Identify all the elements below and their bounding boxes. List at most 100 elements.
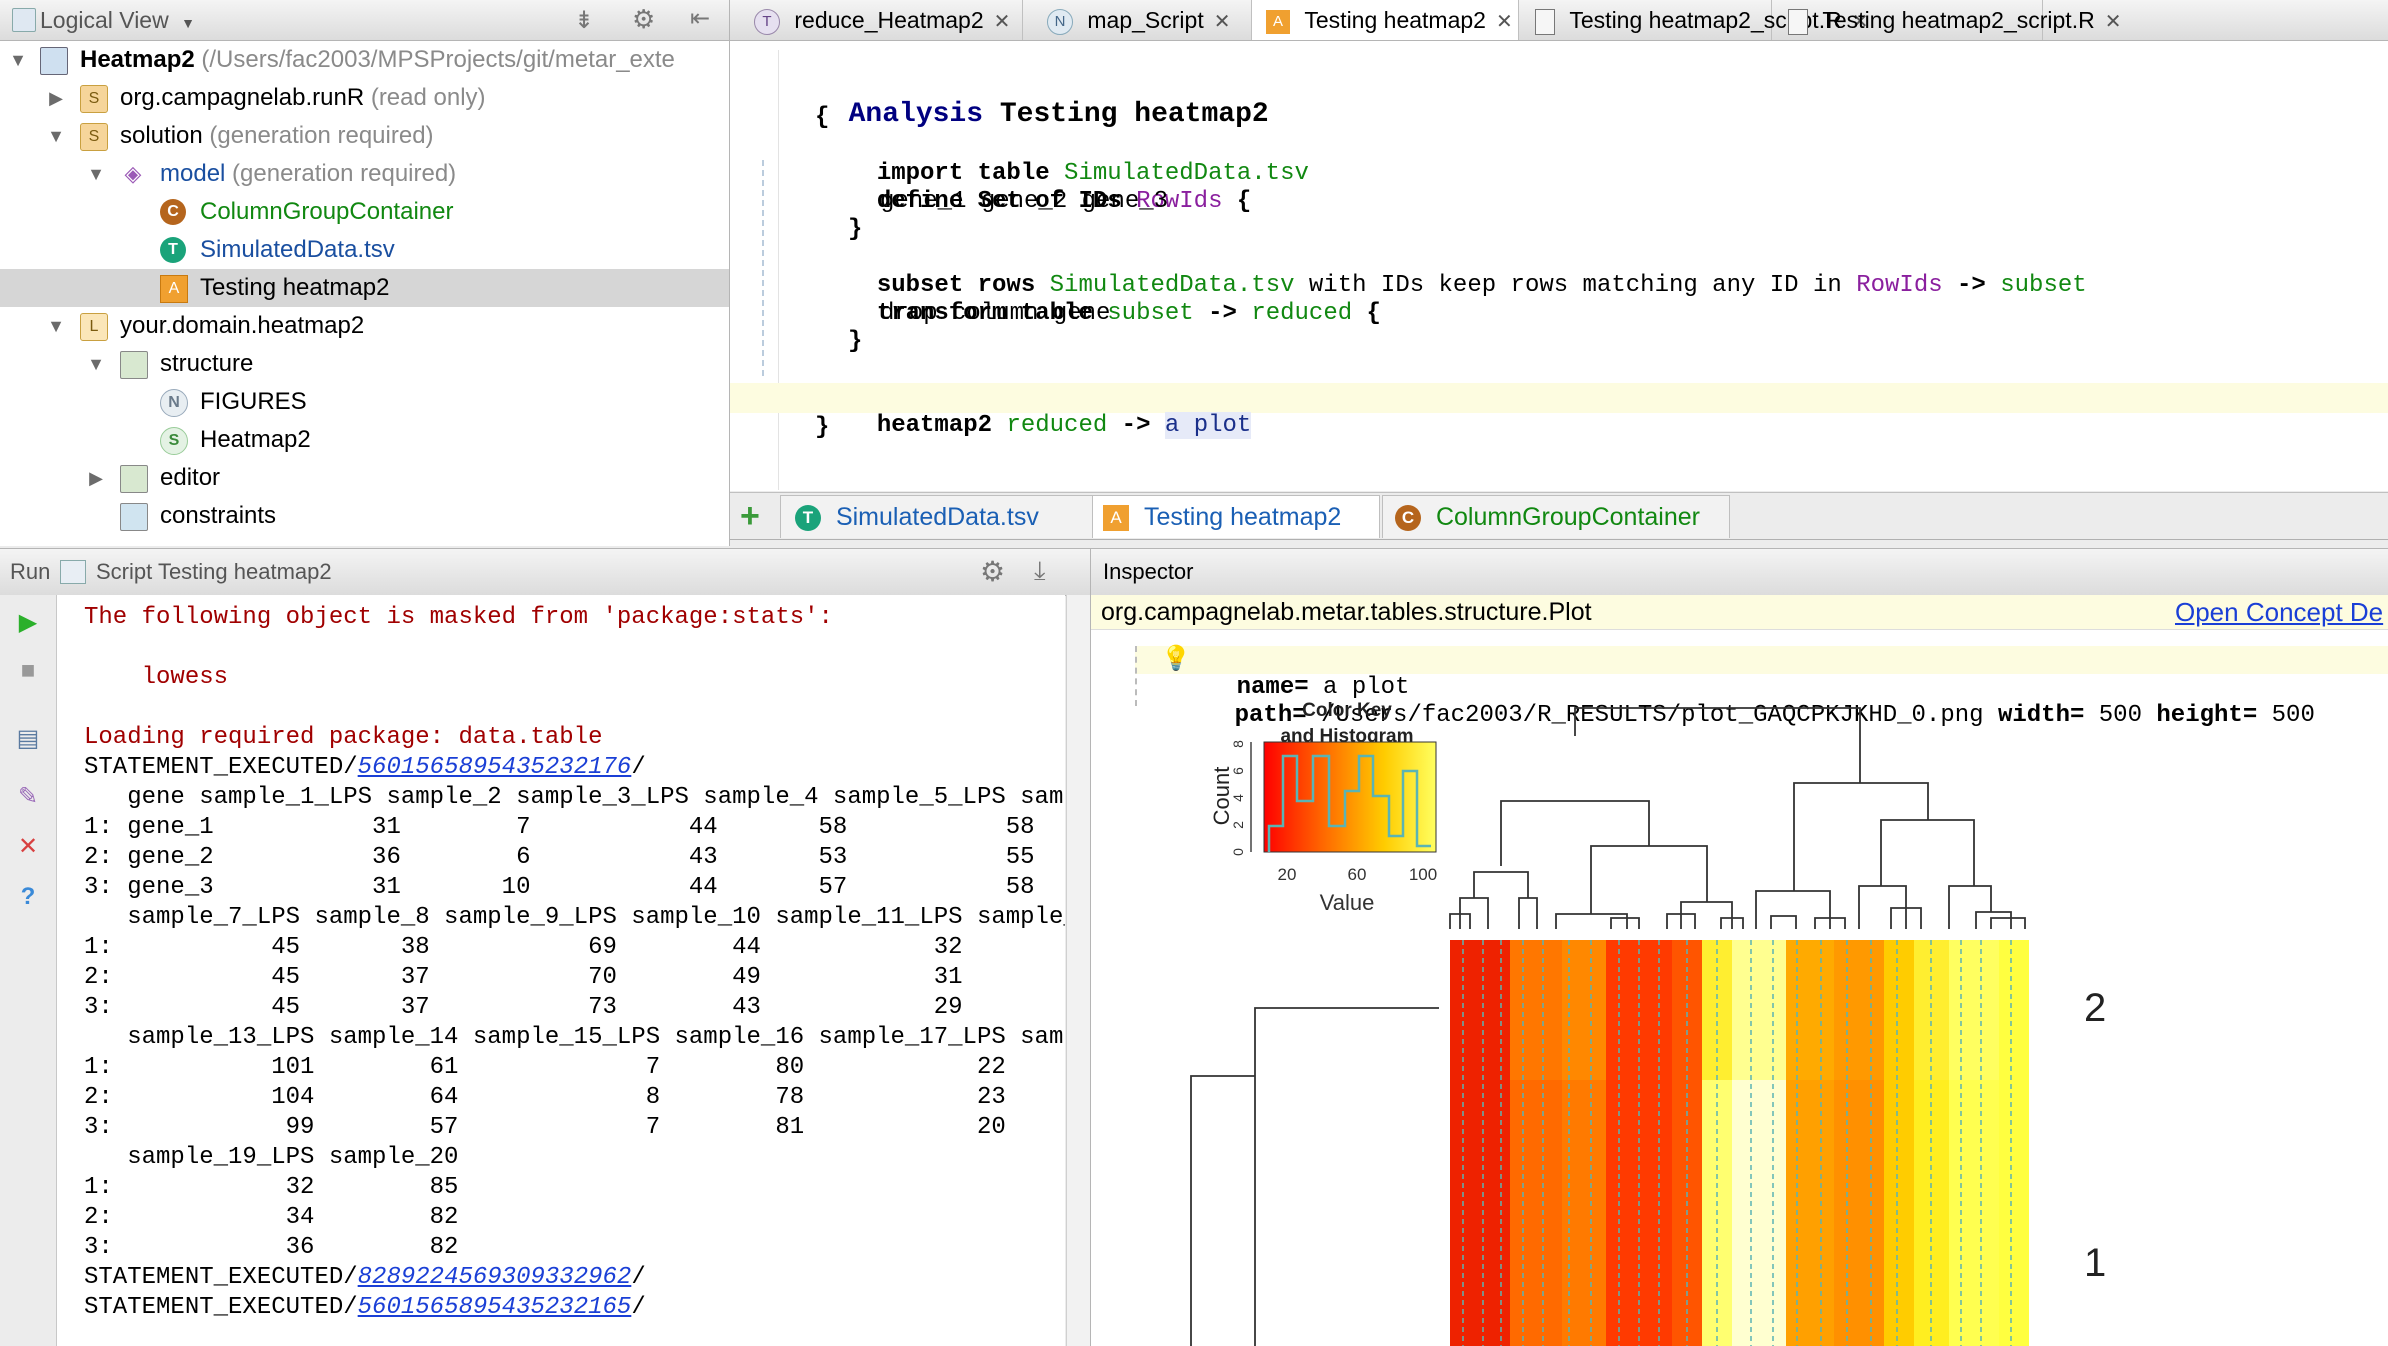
expanded-triangle-icon[interactable]: ▼ — [84, 345, 108, 383]
tree-label: ColumnGroupContainer — [200, 198, 454, 225]
run-console[interactable]: The following object is masked from 'pac… — [57, 595, 1065, 1346]
layout-icon[interactable]: ▤ — [14, 725, 42, 753]
expanded-triangle-icon[interactable]: ▼ — [84, 155, 108, 193]
x-tick: 100 — [1409, 865, 1437, 884]
analysis-a-icon: A — [1103, 505, 1129, 532]
expanded-triangle-icon[interactable]: ▼ — [44, 117, 68, 155]
node-icon: N — [1047, 8, 1073, 35]
arrow: -> — [1121, 412, 1151, 439]
table-ref[interactable]: reduced — [1006, 412, 1107, 439]
tab-script-r-2[interactable]: Testing heatmap2_script.R ✕ — [1772, 0, 2121, 40]
view-selector[interactable]: Logical View ▼ — [40, 0, 195, 43]
set-ref[interactable]: RowIds — [1856, 272, 1942, 299]
help-icon[interactable]: ? — [14, 883, 42, 911]
console-text: 1: gene_1 31 7 44 58 58 — [84, 814, 1035, 841]
gear-icon[interactable]: ⚙ — [632, 4, 655, 35]
analysis-a-icon: A — [1266, 9, 1290, 34]
console-line: 2: 45 37 70 49 31 8 — [84, 963, 1065, 993]
tree-suffix: (generation required) — [225, 160, 457, 187]
console-line: STATEMENT_EXECUTED/5601565895435232165/ — [84, 1293, 646, 1323]
folder-icon — [120, 503, 148, 531]
run-title: Script Testing heatmap2 — [96, 559, 332, 584]
console-line: lowess — [84, 663, 228, 693]
keyword-heatmap2: heatmap2 — [876, 412, 993, 439]
console-scrollbar[interactable] — [1066, 595, 1091, 1346]
tree-label: Heatmap2 — [80, 46, 195, 73]
brace: { — [1366, 300, 1381, 327]
project-icon — [40, 47, 68, 75]
plot-name[interactable]: a plot — [1164, 412, 1252, 439]
close-icon[interactable]: ✕ — [994, 11, 1011, 33]
solution-icon: S — [80, 85, 108, 113]
add-tab-icon[interactable]: + — [740, 497, 760, 536]
keyword-analysis: Analysis — [848, 99, 984, 130]
output-table[interactable]: reduced — [1251, 300, 1352, 327]
gear-icon[interactable]: ⚙ — [980, 555, 1005, 588]
console-text: 3: 36 82 — [84, 1234, 459, 1261]
bottom-tab-label: SimulatedData.tsv — [835, 503, 1039, 531]
close-icon[interactable]: ✕ — [14, 833, 42, 861]
console-text: 3: gene_3 31 10 44 57 58 — [84, 874, 1035, 901]
close-icon[interactable]: ✕ — [2105, 11, 2122, 33]
inspector-title: Inspector — [1103, 559, 1194, 584]
code-brace-open: { — [815, 104, 830, 131]
tab-testing-heatmap2[interactable]: A Testing heatmap2 ✕ — [1252, 0, 1519, 40]
console-line: sample_13_LPS sample_14 sample_15_LPS sa… — [84, 1023, 1065, 1053]
expanded-triangle-icon[interactable]: ▼ — [6, 41, 30, 79]
tree-label: org.campagnelab.runR — [120, 84, 365, 111]
run-play-icon[interactable]: ▶ — [14, 609, 42, 637]
y-tick: 8 — [1230, 740, 1246, 748]
tab-reduce-heatmap2[interactable]: T reduce_Heatmap2 ✕ — [730, 0, 1023, 40]
editor-tab-bar: T reduce_Heatmap2 ✕ N map_Script ✕ A Testi… — [730, 0, 2388, 41]
color-key-gradient — [1263, 741, 1437, 853]
statement-link[interactable]: 8289224569309332962 — [358, 1264, 632, 1291]
stop-icon[interactable]: ■ — [14, 657, 42, 685]
concept-name: org.campagnelab.metar.tables.structure.P… — [1101, 598, 1592, 626]
tree-label: model — [160, 160, 226, 187]
bottom-tab-testing-heatmap2[interactable]: A Testing heatmap2 — [1092, 495, 1380, 538]
table-ref[interactable]: subset — [1107, 300, 1193, 327]
statement-link[interactable]: 5601565895435232165 — [358, 1294, 632, 1321]
subset-clause: with IDs keep rows matching any ID in — [1308, 272, 1842, 299]
view-selector-label: Logical View — [40, 7, 169, 33]
analysis-name[interactable]: Testing heatmap2 — [1000, 99, 1269, 130]
expanded-triangle-icon[interactable]: ▼ — [44, 307, 68, 345]
statement-link[interactable]: 5601565895435232176 — [358, 754, 632, 781]
tab-map-script[interactable]: N map_Script ✕ — [1023, 0, 1252, 40]
collapsed-triangle-icon[interactable]: ▶ — [44, 79, 68, 117]
console-text: The following object is masked from 'pac… — [84, 604, 833, 631]
tree-label: FIGURES — [200, 388, 307, 415]
close-icon[interactable]: ✕ — [1214, 11, 1231, 33]
x-ticks: 20 60 100 — [1278, 865, 1438, 884]
chevron-down-icon: ▼ — [181, 15, 195, 31]
output-table[interactable]: subset — [2000, 272, 2086, 299]
tree-label: structure — [160, 350, 254, 377]
node-icon: T — [754, 8, 780, 35]
pin-icon[interactable]: ✎ — [14, 783, 42, 811]
run-label: Run — [10, 559, 51, 584]
tab-script-r-1[interactable]: Testing heatmap2_script.R ✕ — [1519, 0, 1868, 40]
hide-panel-icon[interactable]: ⇤ — [690, 4, 710, 33]
bottom-tab-columngroupcontainer[interactable]: C ColumnGroupContainer — [1382, 495, 1730, 538]
heatmap-plot-image: Color Key and Histogram 0 2 4 6 8 Count … — [1190, 700, 2106, 1346]
inspector-left-border — [1090, 548, 1091, 1346]
solution-icon: S — [80, 123, 108, 151]
inspector-header: Inspector — [1091, 548, 2388, 596]
tab-label: Testing heatmap2 — [1304, 7, 1486, 33]
console-line: 3: 36 82 — [84, 1233, 458, 1263]
folder-icon — [120, 465, 148, 493]
tree-suffix: (/Users/fac2003/MPSProjects/git/metar_ex… — [194, 46, 675, 73]
left-folding-marker — [762, 160, 774, 376]
minimize-icon[interactable]: ⤓ — [1034, 555, 1046, 587]
console-line: STATEMENT_EXECUTED/5601565895435232176/ — [84, 753, 646, 783]
console-line: Loading required package: data.table — [84, 723, 602, 753]
collapsed-triangle-icon[interactable]: ▶ — [84, 459, 108, 497]
collapse-all-icon[interactable]: ⇟ — [574, 6, 594, 35]
bottom-tab-label: ColumnGroupContainer — [1435, 503, 1700, 531]
bottom-tab-simulateddata[interactable]: T SimulatedData.tsv — [780, 495, 1134, 538]
open-concept-link[interactable]: Open Concept De — [2175, 595, 2383, 629]
color-key-title: Color Key — [1302, 700, 1392, 721]
inspector-body: 💡 name= a plot path= /Users/fac2003/R_RE… — [1091, 630, 2388, 1346]
console-line: gene sample_1_LPS sample_2 sample_3_LPS … — [84, 783, 1063, 813]
close-icon[interactable]: ✕ — [1496, 11, 1513, 33]
